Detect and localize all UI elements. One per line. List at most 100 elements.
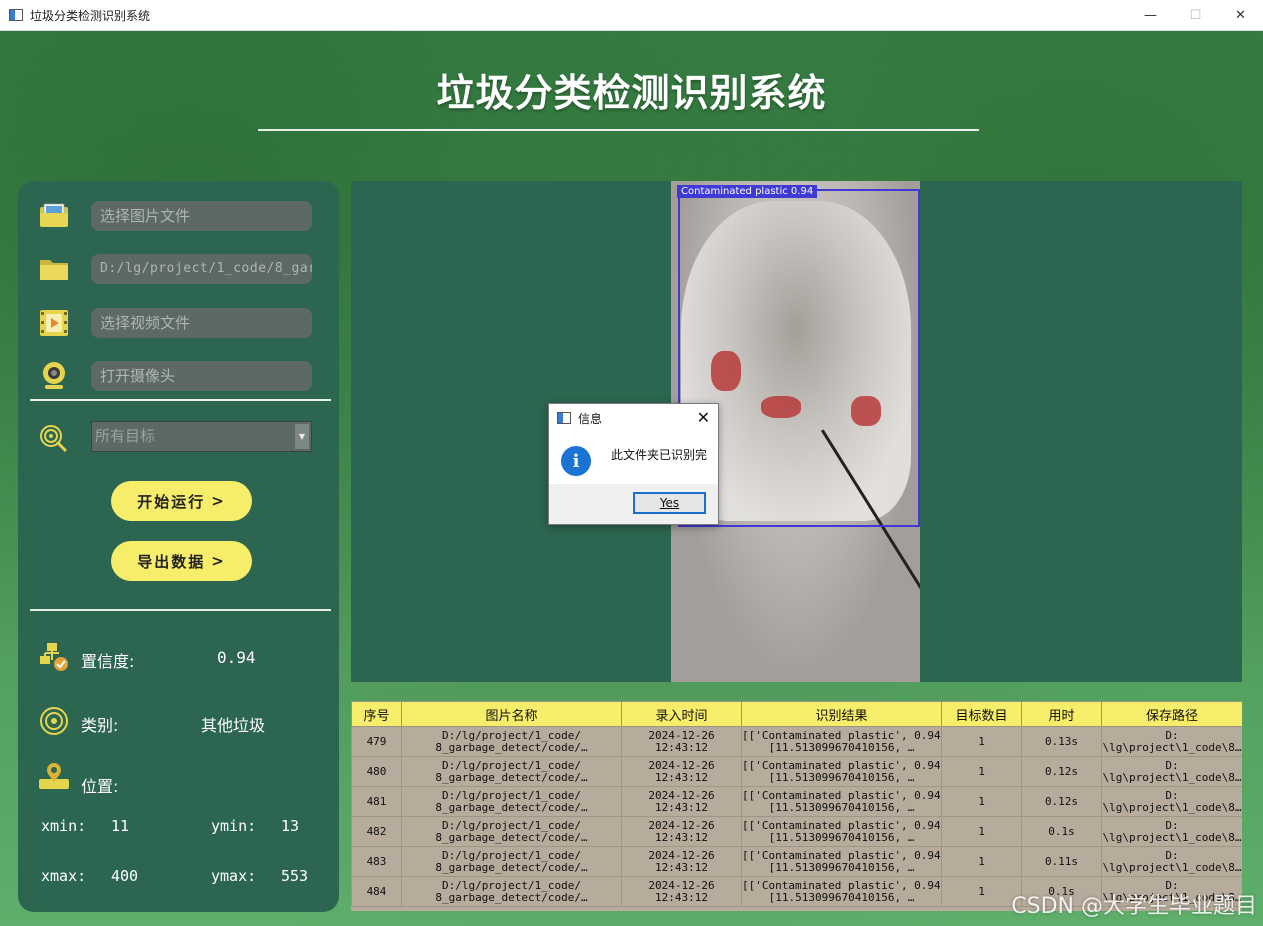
position-label: 位置:	[81, 777, 119, 796]
folder-row: D:/lg/project/1_code/8_garbage_detect	[18, 252, 339, 286]
chevron-right-icon: >	[211, 552, 226, 570]
window-titlebar: 垃圾分类检测识别系统 — ☐ ✕	[0, 0, 1263, 31]
column-header[interactable]: 用时	[1021, 701, 1102, 727]
export-button-label: 导出数据	[137, 552, 206, 571]
cell-path: D: \lg\project\1_code\8…	[1101, 816, 1242, 847]
cell-id: 484	[351, 876, 402, 907]
video-file-input[interactable]: 选择视频文件	[91, 308, 312, 338]
cell-name: D:/lg/project/1_code/ 8_garbage_detect/c…	[401, 786, 622, 817]
image-file-input[interactable]: 选择图片文件	[91, 201, 312, 231]
start-button[interactable]: 开始运行 >	[111, 481, 252, 521]
app-icon	[9, 9, 23, 21]
xmax-value: 400	[111, 867, 139, 885]
panel-divider-top	[30, 399, 331, 401]
yes-button[interactable]: Yes	[633, 492, 706, 514]
chevron-right-icon: >	[211, 492, 226, 510]
image-display: Contaminated plastic 0.94	[351, 181, 1242, 682]
export-button[interactable]: 导出数据 >	[111, 541, 252, 581]
video-file-icon[interactable]	[38, 308, 70, 338]
column-header[interactable]: 识别结果	[741, 701, 942, 727]
ymin-label: ymin:	[211, 817, 257, 835]
folder-path-input[interactable]: D:/lg/project/1_code/8_garbage_detect	[91, 254, 312, 284]
cell-time: 2024-12-26 12:43:12	[621, 816, 742, 847]
table-row[interactable]: 482 D:/lg/project/1_code/ 8_garbage_dete…	[351, 816, 1242, 847]
video-file-row: 选择视频文件	[18, 306, 339, 340]
image-file-icon[interactable]	[38, 201, 70, 231]
cell-path: D: \lg\project\1_code\8…	[1101, 846, 1242, 877]
cell-duration: 0.12s	[1021, 756, 1102, 787]
results-table[interactable]: 序号 图片名称 录入时间 识别结果 目标数目 用时 保存路径 479 D:/lg…	[351, 701, 1242, 911]
cell-count: 1	[941, 726, 1022, 757]
detection-label: Contaminated plastic 0.94	[677, 185, 818, 198]
cell-result: [['Contaminated plastic', 0.94, [11.5130…	[741, 786, 942, 817]
cell-id: 479	[351, 726, 402, 757]
ymax-label: ymax:	[211, 867, 257, 885]
xmin-value: 11	[111, 817, 130, 835]
column-header[interactable]: 录入时间	[621, 701, 742, 727]
cell-duration: 0.11s	[1021, 846, 1102, 877]
cell-count: 1	[941, 876, 1022, 907]
cell-id: 482	[351, 816, 402, 847]
cell-result: [['Contaminated plastic', 0.94, [11.5130…	[741, 726, 942, 757]
cell-count: 1	[941, 786, 1022, 817]
column-header[interactable]: 目标数目	[941, 701, 1022, 727]
table-row[interactable]: 480 D:/lg/project/1_code/ 8_garbage_dete…	[351, 756, 1242, 787]
cell-path: D: \lg\project\1_code\8…	[1101, 756, 1242, 787]
csdn-watermark: CSDN @大学生毕业题目	[1011, 894, 1257, 919]
target-select[interactable]: 所有目标 ▼	[91, 421, 312, 452]
table-header-row: 序号 图片名称 录入时间 识别结果 目标数目 用时 保存路径	[351, 701, 1242, 727]
cell-name: D:/lg/project/1_code/ 8_garbage_detect/c…	[401, 726, 622, 757]
dialog-titlebar: 信息 ✕	[549, 404, 718, 432]
table-row[interactable]: 483 D:/lg/project/1_code/ 8_garbage_dete…	[351, 846, 1242, 877]
target-icon	[38, 423, 70, 453]
location-pin-icon	[38, 761, 70, 791]
info-dialog: 信息 ✕ i 此文件夹已识别完 Yes	[548, 403, 719, 525]
category-label: 类别:	[81, 716, 119, 735]
cell-id: 483	[351, 846, 402, 877]
cell-name: D:/lg/project/1_code/ 8_garbage_detect/c…	[401, 846, 622, 877]
confidence-icon	[38, 642, 70, 672]
cell-name: D:/lg/project/1_code/ 8_garbage_detect/c…	[401, 816, 622, 847]
cell-path: D: \lg\project\1_code\8…	[1101, 786, 1242, 817]
column-header[interactable]: 保存路径	[1101, 701, 1242, 727]
panel-divider-bottom	[30, 609, 331, 611]
webcam-icon[interactable]	[38, 361, 70, 391]
title-underline	[258, 129, 979, 131]
cell-result: [['Contaminated plastic', 0.94, [11.5130…	[741, 756, 942, 787]
dialog-message: 此文件夹已识别完	[611, 448, 708, 462]
confidence-value: 0.94	[217, 648, 256, 667]
minimize-button[interactable]: —	[1128, 0, 1173, 31]
dialog-title: 信息	[578, 412, 603, 426]
ymin-value: 13	[281, 817, 300, 835]
folder-icon[interactable]	[38, 254, 70, 284]
cell-count: 1	[941, 816, 1022, 847]
close-window-button[interactable]: ✕	[1218, 0, 1263, 31]
cell-count: 1	[941, 756, 1022, 787]
cell-time: 2024-12-26 12:43:12	[621, 786, 742, 817]
cell-id: 481	[351, 786, 402, 817]
cell-result: [['Contaminated plastic', 0.94, [11.5130…	[741, 816, 942, 847]
cell-count: 1	[941, 846, 1022, 877]
cell-path: D: \lg\project\1_code\8…	[1101, 726, 1242, 757]
dialog-close-icon[interactable]: ✕	[697, 408, 710, 427]
category-value: 其他垃圾	[201, 716, 266, 735]
cell-result: [['Contaminated plastic', 0.94, [11.5130…	[741, 846, 942, 877]
table-row[interactable]: 479 D:/lg/project/1_code/ 8_garbage_dete…	[351, 726, 1242, 757]
dialog-footer: Yes	[549, 484, 718, 524]
image-file-row: 选择图片文件	[18, 199, 339, 233]
cell-time: 2024-12-26 12:43:12	[621, 846, 742, 877]
info-icon: i	[561, 446, 591, 476]
column-header[interactable]: 图片名称	[401, 701, 622, 727]
cell-duration: 0.12s	[1021, 786, 1102, 817]
chevron-down-icon[interactable]: ▼	[295, 424, 309, 449]
column-header[interactable]: 序号	[351, 701, 402, 727]
cell-id: 480	[351, 756, 402, 787]
window-title: 垃圾分类检测识别系统	[30, 8, 151, 23]
camera-input[interactable]: 打开摄像头	[91, 361, 312, 391]
cell-time: 2024-12-26 12:43:12	[621, 756, 742, 787]
page-title: 垃圾分类检测识别系统	[436, 71, 827, 115]
table-row[interactable]: 481 D:/lg/project/1_code/ 8_garbage_dete…	[351, 786, 1242, 817]
confidence-label: 置信度:	[81, 652, 135, 671]
cell-time: 2024-12-26 12:43:12	[621, 876, 742, 907]
maximize-button[interactable]: ☐	[1173, 0, 1218, 31]
